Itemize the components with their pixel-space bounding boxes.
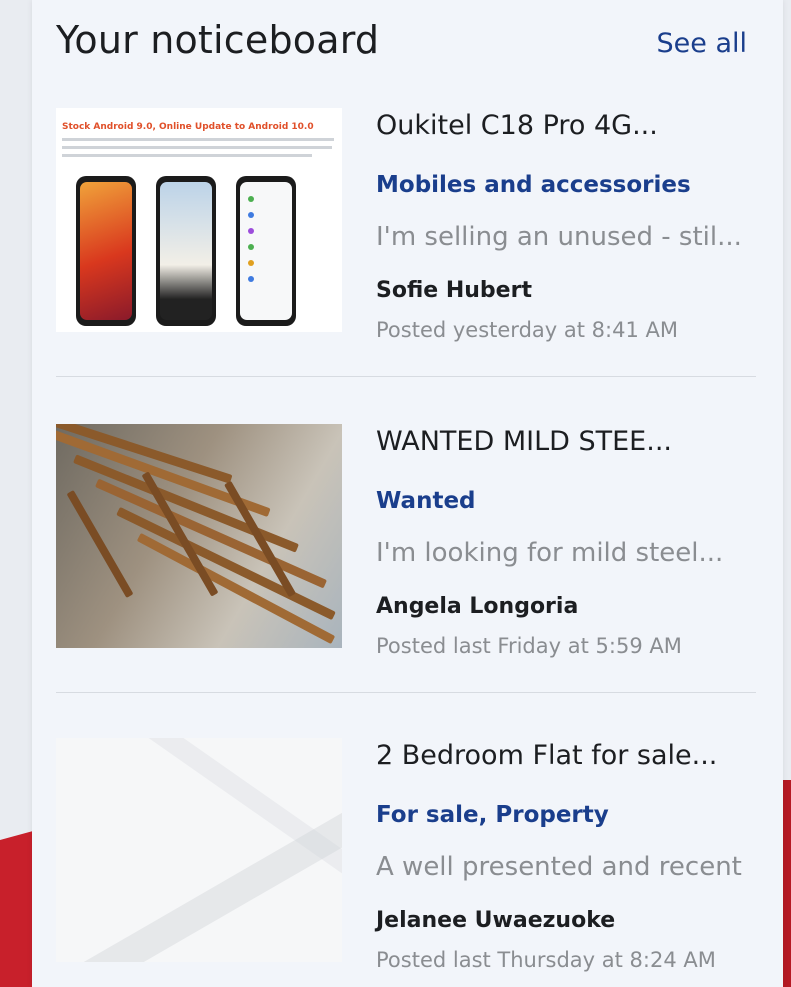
noticeboard-card: Your noticeboard See all Stock Android 9… [32,0,783,987]
noticeboard-title: Your noticeboard [56,18,380,62]
notice-author[interactable]: Angela Longoria [376,594,578,619]
notice-category[interactable]: Wanted [376,488,476,514]
notice-posted-time: Posted last Thursday at 8:24 AM [376,948,716,972]
divider [56,376,756,377]
noticeboard-header: Your noticeboard See all [32,0,783,90]
thumbnail-caption: Stock Android 9.0, Online Update to Andr… [62,122,314,132]
notice-title[interactable]: 2 Bedroom Flat for sale... [376,740,717,771]
notice-category[interactable]: For sale, Property [376,802,609,828]
phone-image [236,176,296,326]
notice-description: I'm selling an unused - stil... [376,222,742,252]
notice-thumbnail[interactable]: Stock Android 9.0, Online Update to Andr… [56,108,342,332]
notice-posted-time: Posted last Friday at 5:59 AM [376,634,682,658]
notice-title[interactable]: Oukitel C18 Pro 4G... [376,110,658,141]
notice-author[interactable]: Sofie Hubert [376,278,532,303]
notice-item[interactable]: WANTED MILD STEE... Wanted I'm looking f… [56,424,756,664]
notice-item[interactable]: 2 Bedroom Flat for sale... For sale, Pro… [56,738,756,978]
notice-posted-time: Posted yesterday at 8:41 AM [376,318,678,342]
notice-category[interactable]: Mobiles and accessories [376,172,691,198]
notice-description: I'm looking for mild steel... [376,538,724,568]
phone-image [156,176,216,326]
phone-image [76,176,136,326]
divider [56,692,756,693]
notice-thumbnail[interactable] [56,424,342,648]
notice-title[interactable]: WANTED MILD STEE... [376,426,672,457]
see-all-link[interactable]: See all [657,28,748,59]
notice-thumbnail[interactable] [56,738,342,962]
notice-author[interactable]: Jelanee Uwaezuoke [376,908,615,933]
notice-item[interactable]: Stock Android 9.0, Online Update to Andr… [56,108,756,348]
notice-description: A well presented and recent [376,852,742,882]
